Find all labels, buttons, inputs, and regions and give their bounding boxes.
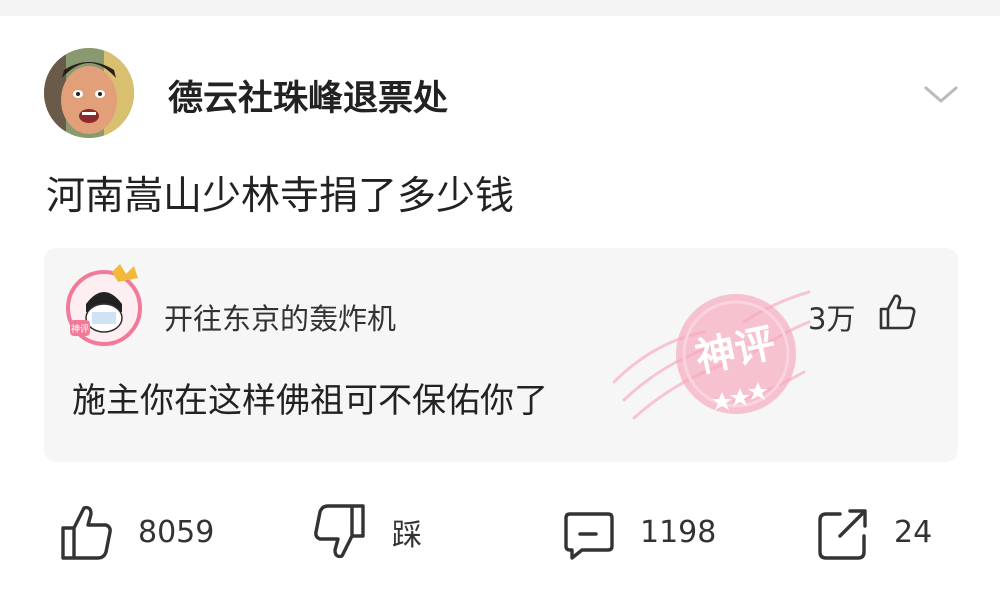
author-name[interactable]: 德云社珠峰退票处	[168, 70, 448, 121]
dislike-label: 踩	[392, 518, 422, 553]
comment-like-count: 3万	[808, 302, 856, 336]
share-button[interactable]: 24	[814, 500, 932, 564]
hot-comment-card[interactable]: 神评 神评 开往东京的轰炸机 3万 施主你在这样佛祖可不保佑你了	[44, 248, 958, 462]
share-arrow-icon	[818, 509, 867, 560]
comment-bubble-icon	[564, 512, 614, 560]
dislike-button[interactable]: 踩	[312, 500, 422, 564]
god-comment-stamp-icon: 神评	[612, 290, 811, 420]
like-count: 8059	[138, 514, 215, 550]
like-button[interactable]: 8059	[58, 500, 214, 564]
post-text[interactable]: 河南嵩山少林寺捐了多少钱	[46, 165, 514, 221]
thumbs-up-icon	[61, 505, 112, 560]
thumbs-down-icon	[314, 504, 365, 559]
thumbs-up-icon[interactable]	[876, 292, 918, 332]
commenter-avatar-badge: 神评	[71, 323, 89, 335]
comment-text[interactable]: 施主你在这样佛祖可不保佑你了	[72, 373, 548, 422]
commenter-name[interactable]: 开往东京的轰炸机	[164, 296, 396, 338]
comment-button[interactable]: 1198	[560, 500, 716, 564]
chevron-down-icon[interactable]	[922, 82, 960, 106]
comment-count: 1198	[640, 514, 717, 550]
share-count: 24	[894, 514, 933, 550]
commenter-avatar[interactable]: 神评	[62, 262, 146, 348]
author-avatar[interactable]	[44, 48, 134, 138]
top-strip	[0, 0, 1000, 16]
